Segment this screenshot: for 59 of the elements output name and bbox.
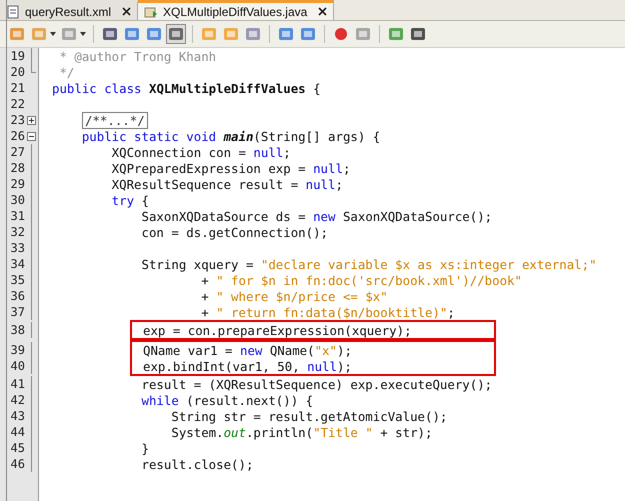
dropdown-caret-icon[interactable] [80,32,86,36]
line-number: 45 [10,441,25,455]
line-number: 36 [10,289,25,303]
line-number: 39 [10,343,25,357]
line-number: 30 [10,193,25,207]
close-icon[interactable] [318,7,328,16]
code-line: con = ds.getConnection(); [140,224,328,240]
code-line: XQPreparedExpression exp = null; [110,160,350,176]
dropdown-caret-icon[interactable] [50,32,56,36]
code-line: XQConnection con = null; [110,144,291,160]
editor-tab[interactable]: XQLMultipleDiffValues.java [138,0,334,20]
code-line: XQResultSequence result = null; [110,176,343,192]
code-line: result = (XQResultSequence) exp.executeQuery(); [140,376,492,392]
line-number: 21 [10,81,25,95]
code-line: + " return fn:data($n/booktitle)"; [200,304,455,320]
line-number: 38 [10,323,25,337]
line-number: 42 [10,393,25,407]
code-line: + " where $n/price <= $x" [200,288,388,304]
line-number: 44 [10,425,25,439]
line-number: 20 [10,65,25,79]
code-line: while (result.next()) { [140,392,314,408]
line-number: 28 [10,161,25,175]
record-icon[interactable] [332,25,350,43]
code-line: */ [58,64,74,80]
code-line: String str = result.getAtomicValue(); [170,408,448,424]
code-line: exp.bindInt(var1, 50, null); [143,358,352,374]
code-line: } [140,440,149,456]
editor-tab[interactable]: queryResult.xml [0,0,138,20]
line-number: 43 [10,409,25,423]
line-number: 35 [10,273,25,287]
code-line: try { [110,192,149,208]
line-number: 32 [10,225,25,239]
line-number: 33 [10,241,25,255]
code-line: result.close(); [140,456,254,472]
code-line: * @author Trong Khanh [58,48,216,64]
code-line: SaxonXQDataSource ds = new SaxonXQDataSource(); [140,208,492,224]
code-line: public static void main(String[] args) { [80,128,380,144]
close-icon[interactable] [122,7,132,16]
line-number: 46 [10,457,25,471]
code-line: System.out.println("Title " + str); [170,424,432,440]
code-line: String xquery = "declare variable $x as xs:integer external;" [140,256,597,272]
line-number: 23 [10,113,25,127]
line-number: 27 [10,145,25,159]
line-number: 40 [10,359,25,373]
code-line: QName var1 = new QName("x"); [143,342,352,358]
collapse-icon[interactable] [27,132,36,140]
line-number: 41 [10,377,25,391]
document-icon [6,4,20,18]
expand-icon[interactable] [27,116,36,124]
code-line: + " for $n in fn:doc('src/book.xml')//book" [200,272,522,288]
line-number: 37 [10,305,25,319]
line-number: 34 [10,257,25,271]
code-line: public class XQLMultipleDiffValues { [52,80,321,96]
line-number: 19 [10,49,25,63]
code-line: exp = con.prepareExpression(xquery); [143,322,412,338]
line-number: 26 [10,129,25,143]
line-number: 31 [10,209,25,223]
line-number: 29 [10,177,25,191]
line-number: 22 [10,97,25,111]
